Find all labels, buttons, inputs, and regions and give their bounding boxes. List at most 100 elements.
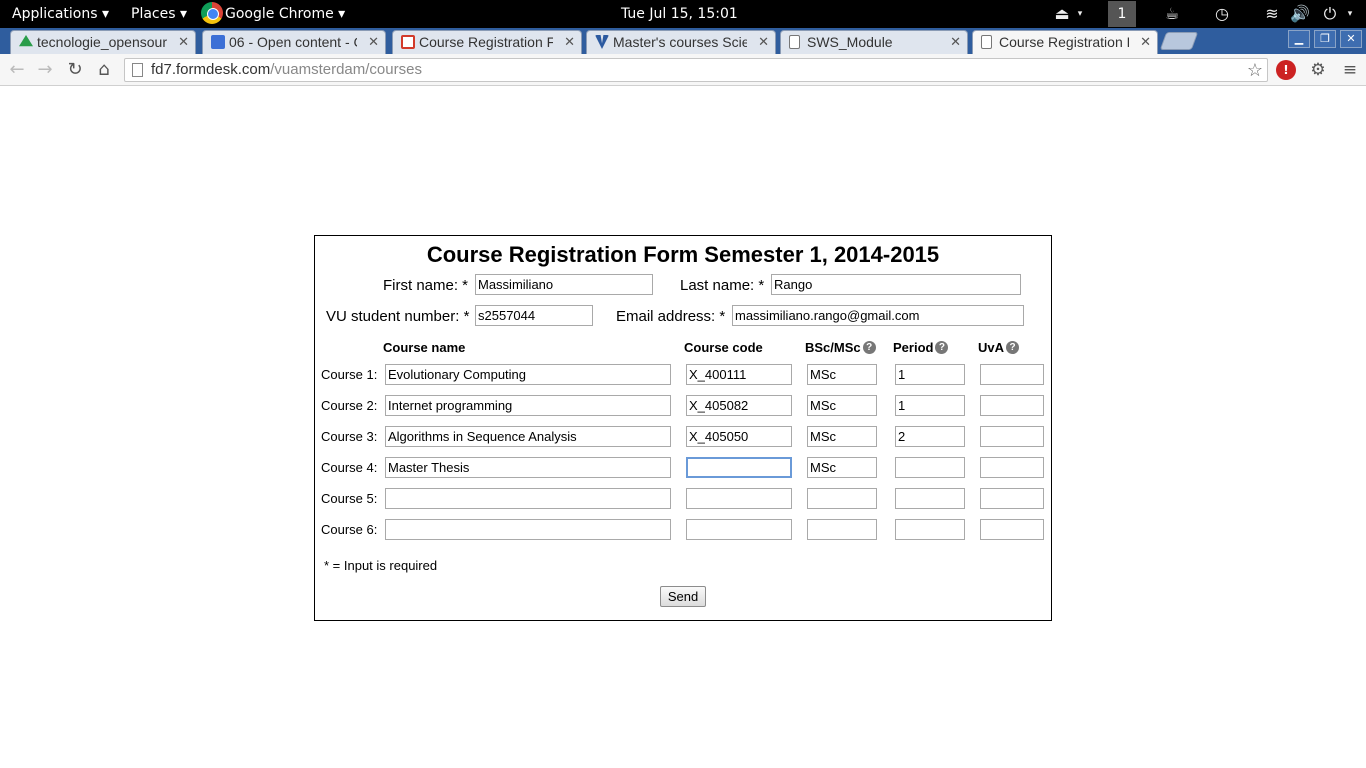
places-menu[interactable]: Places ▾ [131,0,187,28]
volume-icon[interactable]: 🔊 [1290,4,1310,24]
power-icon[interactable]: ⏻ [1320,4,1340,24]
new-tab-button[interactable] [1159,32,1199,50]
tab-5[interactable]: SWS_Module ✕ [780,30,968,54]
uva-field[interactable] [980,488,1044,509]
close-icon[interactable]: ✕ [950,31,961,53]
period-field[interactable] [895,488,965,509]
last-name-field[interactable]: Rango [771,274,1021,295]
course-code-field[interactable]: X_400111 [686,364,792,385]
home-icon[interactable]: ⌂ [93,59,115,81]
last-name-label: Last name: * [680,277,765,294]
course-code-field[interactable] [686,519,792,540]
vu-icon [595,35,609,49]
period-field[interactable]: 2 [895,426,965,447]
eject-icon[interactable]: ⏏ [1052,4,1072,24]
level-field[interactable] [807,488,877,509]
period-field[interactable] [895,519,965,540]
url-path: /vuamsterdam/courses [270,61,422,78]
course-name-field[interactable] [385,519,671,540]
close-icon[interactable]: ✕ [758,31,769,53]
level-field[interactable]: MSc [807,457,877,478]
close-icon[interactable]: ✕ [1140,31,1151,53]
browser-toolbar: ← → ↻ ⌂ fd7.formdesk.com/vuamsterdam/cou… [0,54,1366,86]
coffee-icon[interactable]: ☕ [1162,4,1182,24]
help-icon[interactable]: ? [935,341,949,355]
uva-field[interactable] [980,395,1044,416]
tab-3[interactable]: Course Registration Fo ✕ [392,30,582,54]
eject-dropdown-icon[interactable]: ▾ [1070,4,1090,24]
required-note: * = Input is required [324,558,438,573]
course-row-label: Course 5: [321,491,378,506]
course-code-field[interactable]: X_405050 [686,426,792,447]
reload-icon[interactable]: ↻ [64,59,86,81]
page-icon [132,63,143,77]
applications-menu[interactable]: Applications ▾ [12,0,109,28]
tab-4[interactable]: Master's courses Scien ✕ [586,30,776,54]
level-header-label: BSc/MSc [805,340,861,355]
course-name-field[interactable]: Internet programming [385,395,671,416]
help-icon[interactable]: ? [1006,341,1020,355]
tab-title: tecnologie_opensourc [37,34,167,50]
help-icon[interactable]: ? [862,341,876,355]
level-field[interactable]: MSc [807,426,877,447]
uva-field[interactable] [980,519,1044,540]
tab-title: Course Registration Fo [419,34,553,50]
address-bar[interactable]: fd7.formdesk.com/vuamsterdam/courses ☆ [124,58,1268,82]
uva-field[interactable] [980,364,1044,385]
history-clock-icon[interactable]: ◷ [1212,4,1232,24]
period-field[interactable]: 1 [895,395,965,416]
back-arrow-icon[interactable]: ← [6,59,28,81]
send-button[interactable]: Send [660,586,706,607]
level-header: BSc/MSc? [805,340,876,355]
tab-2[interactable]: 06 - Open content - C ✕ [202,30,386,54]
uva-field[interactable] [980,426,1044,447]
bookmark-star-icon[interactable]: ☆ [1247,59,1263,81]
active-app-menu[interactable]: Google Chrome ▾ [201,0,345,28]
course-registration-form: Course Registration Form Semester 1, 201… [314,235,1052,621]
close-icon[interactable]: ✕ [178,31,189,53]
course-name-field[interactable]: Algorithms in Sequence Analysis [385,426,671,447]
course-row-label: Course 6: [321,522,378,537]
tab-strip: tecnologie_opensourc ✕ 06 - Open content… [0,28,1366,54]
tab-6-active[interactable]: Course Registration Fo ✕ [972,30,1158,54]
clock[interactable]: Tue Jul 15, 15:01 [621,0,738,28]
chrome-icon [201,2,223,24]
close-icon[interactable]: ✕ [368,31,379,53]
period-field[interactable]: 1 [895,364,965,385]
tab-1[interactable]: tecnologie_opensourc ✕ [10,30,196,54]
course-name-field[interactable] [385,488,671,509]
course-code-field-focused[interactable] [686,457,792,478]
window-close-button[interactable]: ✕ [1340,30,1362,48]
period-header: Period? [893,340,949,355]
tab-title: 06 - Open content - C [229,34,357,50]
gear-icon[interactable]: ⚙ [1308,60,1328,80]
course-row-label: Course 1: [321,367,378,382]
level-field[interactable]: MSc [807,395,877,416]
course-code-field[interactable]: X_405082 [686,395,792,416]
level-field[interactable]: MSc [807,364,877,385]
forward-arrow-icon[interactable]: → [34,59,56,81]
power-dropdown-icon[interactable]: ▾ [1340,4,1360,24]
first-name-field[interactable]: Massimiliano [475,274,653,295]
page-icon [981,35,992,49]
course-name-field[interactable]: Evolutionary Computing [385,364,671,385]
wifi-icon[interactable]: ≋ [1262,4,1282,24]
student-number-field[interactable]: s2557044 [475,305,593,326]
course-code-field[interactable] [686,488,792,509]
maximize-button[interactable]: ❐ [1314,30,1336,48]
menu-icon[interactable]: ≡ [1340,60,1360,80]
close-icon[interactable]: ✕ [564,31,575,53]
first-name-label: First name: * [383,277,469,294]
drive-icon [19,35,33,47]
adblock-stop-icon[interactable]: ! [1276,60,1296,80]
period-field[interactable] [895,457,965,478]
student-number-label: VU student number: * [326,308,470,325]
course-name-field[interactable]: Master Thesis [385,457,671,478]
uva-field[interactable] [980,457,1044,478]
email-field[interactable]: massimiliano.rango@gmail.com [732,305,1024,326]
tab-title: Course Registration Fo [999,34,1129,50]
workspace-indicator[interactable]: 1 [1108,1,1136,27]
minimize-button[interactable]: ▁ [1288,30,1310,48]
level-field[interactable] [807,519,877,540]
top-panel: Applications ▾ Places ▾ Google Chrome ▾ … [0,0,1366,28]
